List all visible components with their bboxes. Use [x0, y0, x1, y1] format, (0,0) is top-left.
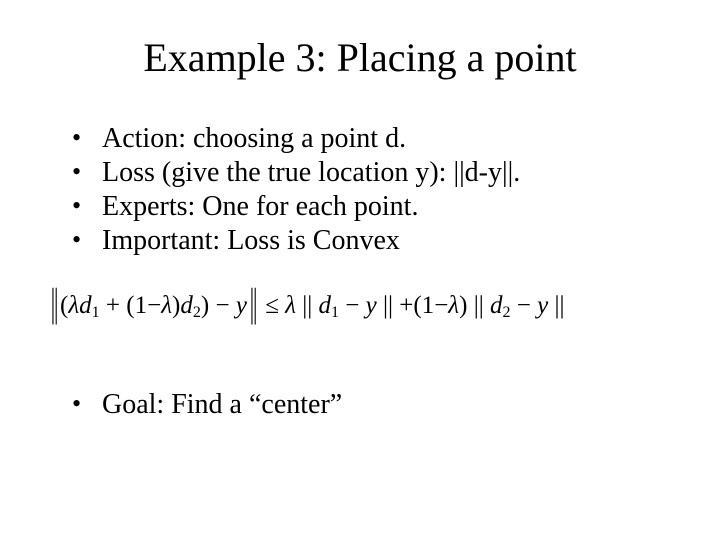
lambda: λ [448, 292, 459, 319]
bullet-list: Action: choosing a point d. Loss (give t… [66, 122, 666, 259]
var-d: d [180, 292, 193, 319]
goal-item: Goal: Find a “center” [66, 388, 666, 422]
bullet-item: Important: Loss is Convex [66, 224, 666, 258]
var-d: d [319, 292, 332, 319]
leq: ≤ [259, 292, 285, 319]
subscript: 2 [193, 304, 201, 321]
lambda: λ [161, 292, 172, 319]
plus: + [100, 292, 127, 319]
slide-title: Example 3: Placing a point [0, 34, 720, 81]
var-d: d [490, 292, 503, 319]
bullet-item: Loss (give the true location y): ||d-y||… [66, 156, 666, 190]
subscript: 1 [92, 304, 100, 321]
bullet-item: Action: choosing a point d. [66, 122, 666, 156]
lambda: λ [285, 292, 296, 319]
subscript: 1 [331, 304, 339, 321]
formula: ||(λd1 + (1−λ)d2) − y|| ≤ λ || d1 − y ||… [48, 292, 678, 322]
slide: Example 3: Placing a point Action: choos… [0, 0, 720, 540]
bullet-item: Experts: One for each point. [66, 190, 666, 224]
var-d: d [79, 292, 92, 319]
goal-list: Goal: Find a “center” [66, 388, 666, 422]
lambda: λ [68, 292, 79, 319]
